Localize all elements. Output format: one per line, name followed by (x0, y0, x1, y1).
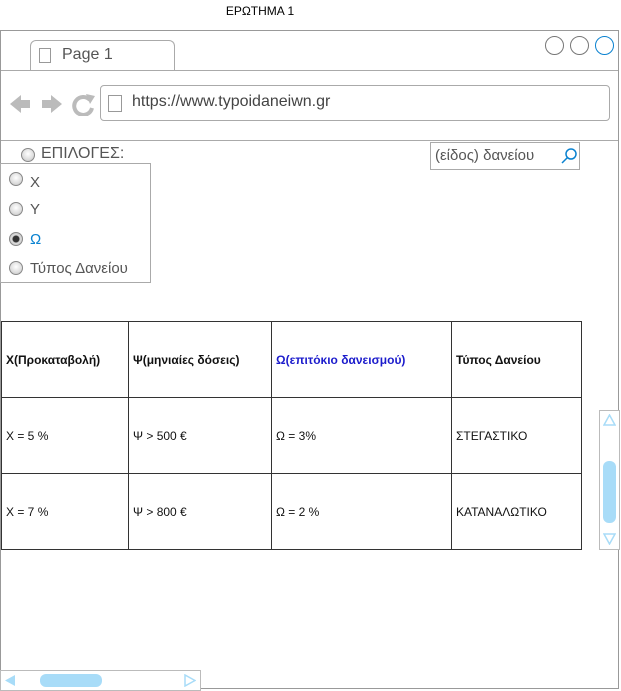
forward-icon[interactable] (42, 95, 62, 113)
table-row: X = 7 % Ψ > 800 € Ω = 2 % ΚΑΤΑΝΑΛΩΤΙΚΟ (1, 473, 582, 550)
horizontal-scroll-thumb[interactable] (40, 674, 102, 687)
option-label-x[interactable]: Χ (30, 174, 40, 191)
tab-label: Page 1 (62, 46, 113, 63)
close-button[interactable] (595, 36, 614, 55)
address-bar[interactable]: https://www.typoidaneiwn.gr (100, 85, 610, 121)
loan-table: Χ(Προκαταβολή) Ψ(μηνιαίες δόσεις) Ω(επιτ… (1, 321, 582, 550)
column-header: Ω(επιτόκιο δανεισμού) (271, 321, 452, 398)
search-icon[interactable] (561, 148, 577, 165)
table-cell: Ψ > 800 € (128, 473, 272, 550)
scroll-down-icon[interactable] (603, 533, 616, 545)
table-cell: ΣΤΕΓΑΣΤΙΚΟ (451, 397, 582, 474)
browser-tab[interactable]: Page 1 (30, 40, 175, 70)
vertical-scrollbar[interactable] (599, 410, 620, 550)
option-label-y[interactable]: Υ (30, 201, 40, 218)
refresh-icon[interactable] (72, 94, 95, 116)
maximize-button[interactable] (570, 36, 589, 55)
vertical-scroll-thumb[interactable] (603, 461, 616, 523)
url-text: https://www.typoidaneiwn.gr (132, 93, 331, 110)
table-cell: Ω = 3% (271, 397, 452, 474)
scroll-right-icon[interactable] (184, 674, 196, 687)
table-cell: X = 7 % (1, 473, 129, 550)
search-field[interactable]: (είδος) δανείου (430, 142, 580, 170)
options-label: ΕΠΙΛΟΓΕΣ: (41, 145, 125, 162)
options-radio[interactable] (21, 148, 35, 162)
table-cell: ΚΑΤΑΝΑΛΩΤΙΚΟ (451, 473, 582, 550)
option-radio-loan-type[interactable] (9, 261, 23, 275)
back-icon[interactable] (10, 95, 30, 113)
option-label-omega[interactable]: Ω (30, 231, 41, 248)
table-cell: X = 5 % (1, 397, 129, 474)
scroll-left-icon[interactable] (4, 674, 16, 687)
table-cell: Ω = 2 % (271, 473, 452, 550)
table-cell: Ψ > 500 € (128, 397, 272, 474)
option-radio-omega[interactable] (9, 232, 23, 246)
option-radio-y[interactable] (9, 202, 23, 216)
page-icon (39, 48, 51, 63)
table-header-row: Χ(Προκαταβολή) Ψ(μηνιαίες δόσεις) Ω(επιτ… (1, 321, 582, 398)
table-row: X = 5 % Ψ > 500 € Ω = 3% ΣΤΕΓΑΣΤΙΚΟ (1, 397, 582, 474)
horizontal-scrollbar[interactable] (0, 670, 201, 691)
nav-controls (10, 94, 95, 116)
option-radio-x[interactable] (9, 172, 23, 186)
column-header: Τύπος Δανείου (451, 321, 582, 398)
page-caption: ΕΡΩΤΗΜΑ 1 (225, 4, 295, 18)
options-dropdown: Χ Υ Ω Τύπος Δανείου (0, 163, 151, 283)
column-header: Ψ(μηνιαίες δόσεις) (128, 321, 272, 398)
scroll-up-icon[interactable] (603, 414, 616, 426)
page-icon (108, 95, 122, 112)
search-text: (είδος) δανείου (435, 147, 535, 164)
option-label-loan-type[interactable]: Τύπος Δανείου (30, 260, 128, 277)
column-header: Χ(Προκαταβολή) (1, 321, 129, 398)
minimize-button[interactable] (545, 36, 564, 55)
